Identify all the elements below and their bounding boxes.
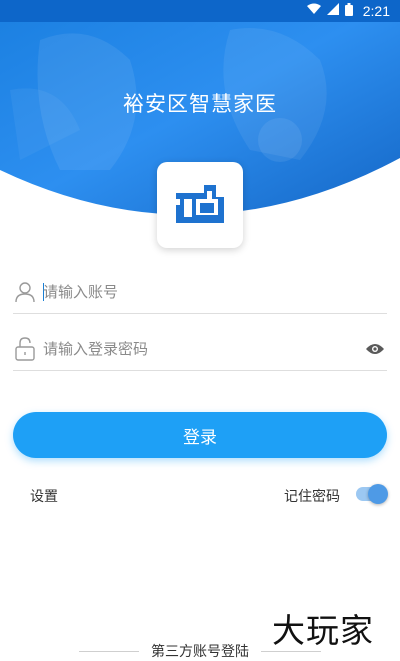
divider-right: [261, 650, 321, 652]
signal-icon: [326, 3, 339, 19]
status-time: 2:21: [362, 3, 390, 19]
password-input[interactable]: [43, 333, 363, 364]
third-party-label: 第三方账号登陆: [151, 644, 249, 660]
battery-icon: [344, 2, 353, 20]
account-input[interactable]: [43, 276, 387, 307]
remember-password-toggle[interactable]: [356, 484, 388, 504]
app-title: 裕安区智慧家医: [123, 92, 277, 116]
lock-icon: [13, 336, 37, 361]
divider-left: [79, 650, 139, 652]
settings-link[interactable]: 设置: [30, 486, 58, 506]
app-logo: [157, 162, 243, 248]
third-party-login: 第三方账号登陆: [0, 641, 400, 661]
house-logo-icon: [176, 185, 224, 223]
status-bar: 2:21: [0, 0, 400, 22]
account-field: [13, 270, 387, 314]
toggle-knob: [368, 484, 388, 504]
login-button[interactable]: 登录: [13, 412, 387, 458]
user-icon: [13, 280, 37, 304]
wifi-icon: [306, 3, 321, 19]
eye-icon[interactable]: [363, 337, 387, 361]
password-field: [13, 327, 387, 371]
remember-password-label: 记住密码: [284, 489, 340, 505]
